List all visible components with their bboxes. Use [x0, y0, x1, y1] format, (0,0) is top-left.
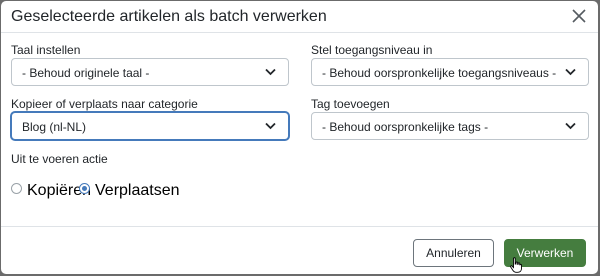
batch-dialog: Geselecteerde artikelen als batch verwer… — [1, 1, 598, 274]
access-select-value: - Behoud oorspronkelijke toegangsniveaus… — [322, 66, 557, 80]
action-label: Uit te voeren actie — [11, 152, 108, 166]
language-select-value: - Behoud originele taal - — [22, 66, 150, 80]
language-select[interactable]: - Behoud originele taal - — [11, 58, 289, 86]
access-select[interactable]: - Behoud oorspronkelijke toegangsniveaus… — [311, 58, 589, 86]
close-icon[interactable] — [570, 7, 588, 25]
access-label: Stel toegangsniveau in — [311, 43, 433, 57]
category-select[interactable]: Blog (nl-NL) — [11, 112, 289, 140]
cancel-button[interactable]: Annuleren — [413, 239, 494, 267]
tag-select[interactable]: - Behoud oorspronkelijke tags - — [311, 112, 589, 140]
language-label: Taal instellen — [11, 43, 81, 57]
tag-label: Tag toevoegen — [311, 97, 390, 111]
hand-cursor-icon — [510, 257, 522, 273]
chevron-down-icon — [565, 68, 576, 76]
category-label: Kopieer of verplaats naar categorie — [11, 97, 198, 111]
dialog-footer: Annuleren Verwerken — [1, 226, 598, 274]
category-select-value: Blog (nl-NL) — [22, 120, 87, 134]
dialog-header: Geselecteerde artikelen als batch verwer… — [1, 1, 598, 33]
chevron-down-icon — [565, 122, 576, 130]
radio-move-indicator[interactable] — [79, 183, 90, 194]
radio-move-label: Verplaatsen — [95, 182, 180, 199]
radio-copy-indicator[interactable] — [11, 183, 22, 194]
dialog-title: Geselecteerde artikelen als batch verwer… — [11, 8, 327, 25]
tag-select-value: - Behoud oorspronkelijke tags - — [322, 120, 489, 134]
chevron-down-icon — [265, 68, 276, 76]
chevron-down-icon — [265, 122, 276, 130]
